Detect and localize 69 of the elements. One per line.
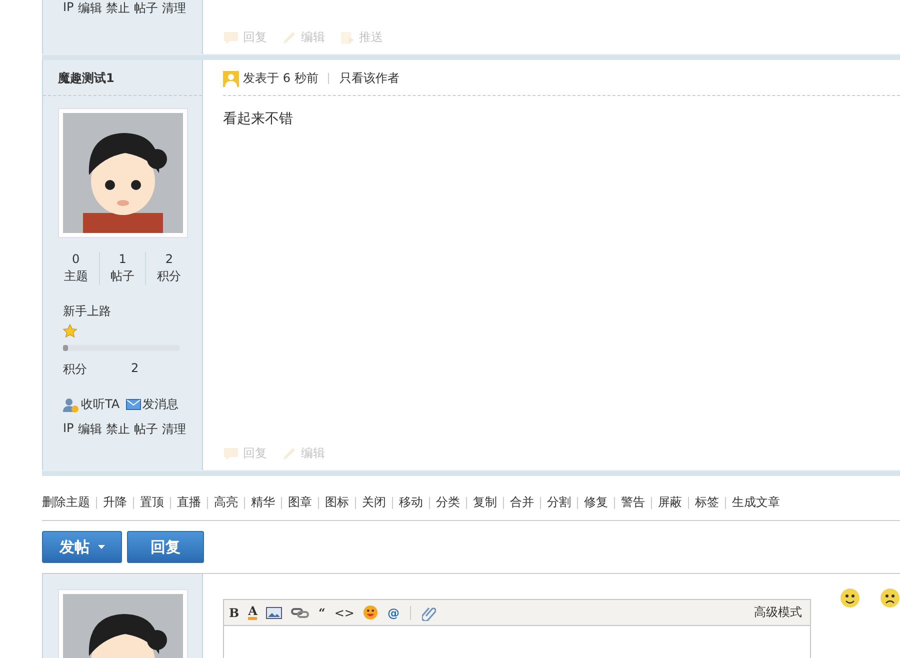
moderation-link[interactable]: 图章	[288, 494, 312, 511]
stat-label[interactable]: 主题	[64, 268, 88, 285]
points-value: 2	[131, 361, 139, 377]
moderation-link[interactable]: 分割	[547, 494, 571, 511]
speech-bubble-icon	[223, 446, 239, 460]
document-icon	[339, 30, 355, 44]
reply-button[interactable]: 回复	[127, 531, 204, 563]
rank-star-icon	[63, 324, 77, 338]
user-add-icon	[63, 396, 79, 412]
code-button[interactable]: <>	[334, 606, 354, 620]
smiley-face-icon[interactable]	[880, 588, 900, 608]
user-admin-link[interactable]: 禁止	[106, 421, 130, 438]
follow-link[interactable]: 收听TA	[63, 396, 120, 413]
user-admin-link[interactable]: 清理	[162, 421, 186, 438]
moderation-link[interactable]: 图标	[325, 494, 349, 511]
moderation-link[interactable]: 高亮	[214, 494, 238, 511]
user-admin-link[interactable]: 帖子	[134, 421, 158, 438]
pencil-icon	[281, 446, 297, 460]
image-icon[interactable]	[266, 606, 282, 618]
moderation-link[interactable]: 升降	[103, 494, 127, 511]
author-name[interactable]: 魔趣测试1	[43, 60, 202, 96]
stat-value[interactable]: 0	[72, 252, 80, 266]
moderation-link[interactable]: 复制	[473, 494, 497, 511]
advanced-mode-link[interactable]: 高级模式	[754, 604, 802, 621]
moderation-link[interactable]: 置顶	[140, 494, 164, 511]
moderation-link[interactable]: 警告	[621, 494, 645, 511]
moderation-link[interactable]: 关闭	[362, 494, 386, 511]
author-only-link[interactable]: 只看该作者	[339, 70, 400, 87]
user-rank: 新手上路	[62, 303, 112, 320]
moderation-link[interactable]: 合并	[510, 494, 534, 511]
user-admin-link[interactable]: IP	[63, 0, 74, 17]
stat-label[interactable]: 积分	[157, 268, 182, 285]
font-color-button[interactable]: A	[248, 606, 258, 620]
user-icon	[223, 70, 239, 86]
user-admin-link[interactable]: IP	[63, 421, 74, 438]
post-content: 看起来不错	[223, 110, 294, 128]
new-thread-button[interactable]: 发帖	[42, 531, 122, 563]
points-label: 积分	[63, 361, 87, 378]
mention-button[interactable]: @	[387, 606, 400, 620]
user-admin-link[interactable]: 编辑	[78, 0, 102, 17]
moderation-link[interactable]: 移动	[399, 494, 423, 511]
moderation-link[interactable]: 直播	[177, 494, 201, 511]
user-admin-link[interactable]: 编辑	[78, 421, 102, 438]
reply-editor[interactable]: B A “ <> @ 高级模式	[223, 599, 811, 658]
message-link[interactable]: 发消息	[126, 396, 179, 413]
paperclip-icon[interactable]	[422, 604, 436, 620]
stat-value[interactable]: 1	[118, 252, 126, 266]
stat-value[interactable]: 2	[165, 252, 173, 266]
envelope-icon	[126, 399, 141, 410]
moderation-link[interactable]: 精华	[251, 494, 275, 511]
moderation-link[interactable]: 删除主题	[42, 494, 90, 511]
user-admin-link[interactable]: 帖子	[134, 0, 158, 17]
smiley-icon[interactable]	[363, 605, 378, 620]
post-time: 发表于 6 秒前	[243, 70, 318, 87]
link-icon[interactable]	[291, 606, 310, 618]
moderation-link[interactable]: 生成文章	[732, 494, 780, 511]
moderation-link[interactable]: 分类	[436, 494, 460, 511]
speech-bubble-icon	[223, 30, 239, 44]
stat-label[interactable]: 帖子	[110, 268, 134, 285]
pencil-icon	[281, 30, 297, 44]
bold-button[interactable]: B	[229, 606, 240, 620]
caret-icon	[98, 545, 104, 549]
moderation-link[interactable]: 修复	[584, 494, 608, 511]
quote-button[interactable]: “	[318, 606, 326, 620]
user-admin-link[interactable]: 清理	[162, 0, 186, 17]
moderation-link[interactable]: 标签	[695, 494, 719, 511]
smiley-face-icon[interactable]	[840, 588, 860, 608]
moderation-link[interactable]: 屏蔽	[658, 494, 682, 511]
user-admin-link[interactable]: 禁止	[106, 0, 130, 17]
